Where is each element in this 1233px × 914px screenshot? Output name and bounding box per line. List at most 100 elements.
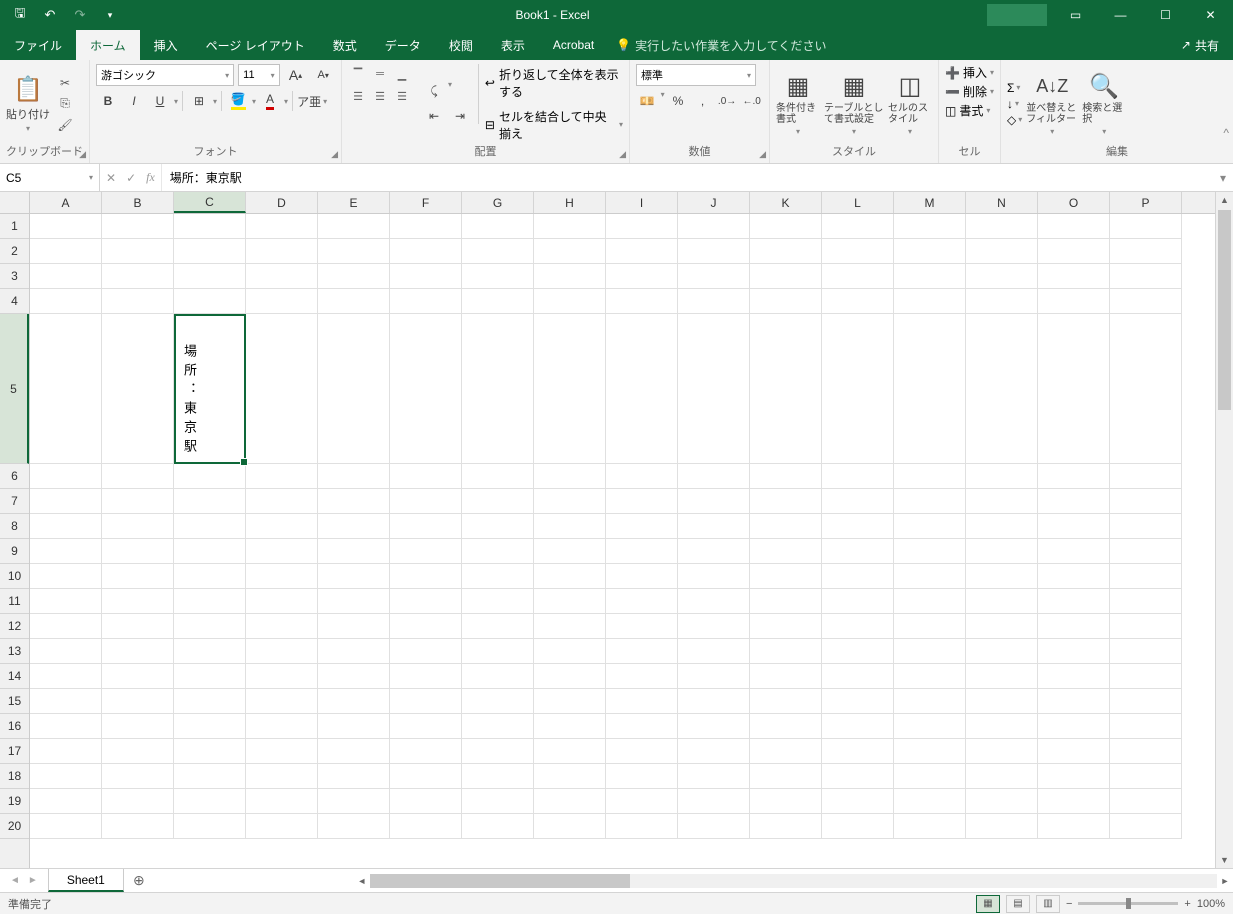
cell-K12[interactable] [750, 614, 822, 639]
cell-K13[interactable] [750, 639, 822, 664]
cell-L8[interactable] [822, 514, 894, 539]
cell-E2[interactable] [318, 239, 390, 264]
cell-G16[interactable] [462, 714, 534, 739]
tab-file[interactable]: ファイル [0, 30, 76, 60]
cell-C7[interactable] [174, 489, 246, 514]
cell-A1[interactable] [30, 214, 102, 239]
delete-button[interactable]: ➖削除▾ [945, 83, 994, 100]
cell-M8[interactable] [894, 514, 966, 539]
normal-view-button[interactable]: ▦ [976, 895, 1000, 913]
cell-M11[interactable] [894, 589, 966, 614]
decrease-decimal[interactable]: ←.0 [740, 90, 763, 112]
cell-C15[interactable] [174, 689, 246, 714]
cell-O13[interactable] [1038, 639, 1110, 664]
cell-D11[interactable] [246, 589, 318, 614]
cell-D20[interactable] [246, 814, 318, 839]
cell-P12[interactable] [1110, 614, 1182, 639]
cell-H6[interactable] [534, 464, 606, 489]
cell-D9[interactable] [246, 539, 318, 564]
next-sheet-icon[interactable]: ► [28, 875, 38, 886]
cell-D3[interactable] [246, 264, 318, 289]
decrease-font-button[interactable]: A▾ [311, 64, 335, 86]
cell-N8[interactable] [966, 514, 1038, 539]
cell-H16[interactable] [534, 714, 606, 739]
cell-F20[interactable] [390, 814, 462, 839]
cell-P13[interactable] [1110, 639, 1182, 664]
cell-O19[interactable] [1038, 789, 1110, 814]
cell-P17[interactable] [1110, 739, 1182, 764]
cell-G15[interactable] [462, 689, 534, 714]
cell-L18[interactable] [822, 764, 894, 789]
horizontal-scrollbar[interactable]: ◄ ► [354, 869, 1233, 892]
align-center[interactable]: ☰ [370, 86, 390, 106]
cell-B13[interactable] [102, 639, 174, 664]
col-header-F[interactable]: F [390, 192, 462, 213]
cell-B7[interactable] [102, 489, 174, 514]
cell-B10[interactable] [102, 564, 174, 589]
cell-K7[interactable] [750, 489, 822, 514]
cell-D4[interactable] [246, 289, 318, 314]
cell-H9[interactable] [534, 539, 606, 564]
cell-K16[interactable] [750, 714, 822, 739]
cell-B18[interactable] [102, 764, 174, 789]
cell-D12[interactable] [246, 614, 318, 639]
cell-G19[interactable] [462, 789, 534, 814]
cell-A5[interactable] [30, 314, 102, 464]
cell-A16[interactable] [30, 714, 102, 739]
cell-B17[interactable] [102, 739, 174, 764]
cell-N12[interactable] [966, 614, 1038, 639]
cell-F7[interactable] [390, 489, 462, 514]
align-middle[interactable]: ═ [370, 64, 390, 84]
cell-L4[interactable] [822, 289, 894, 314]
cell-E17[interactable] [318, 739, 390, 764]
col-header-P[interactable]: P [1110, 192, 1182, 213]
cell-K14[interactable] [750, 664, 822, 689]
cell-A18[interactable] [30, 764, 102, 789]
cell-M16[interactable] [894, 714, 966, 739]
cell-E9[interactable] [318, 539, 390, 564]
cell-L10[interactable] [822, 564, 894, 589]
cell-K10[interactable] [750, 564, 822, 589]
cell-E15[interactable] [318, 689, 390, 714]
cell-M7[interactable] [894, 489, 966, 514]
indent-decrease[interactable]: ⇤ [422, 105, 446, 127]
scroll-up-icon[interactable]: ▲ [1216, 192, 1233, 208]
cell-F12[interactable] [390, 614, 462, 639]
cell-O14[interactable] [1038, 664, 1110, 689]
cell-I15[interactable] [606, 689, 678, 714]
cell-I2[interactable] [606, 239, 678, 264]
cell-A9[interactable] [30, 539, 102, 564]
cell-J8[interactable] [678, 514, 750, 539]
tab-formulas[interactable]: 数式 [319, 30, 371, 60]
col-header-O[interactable]: O [1038, 192, 1110, 213]
cell-I14[interactable] [606, 664, 678, 689]
cell-K1[interactable] [750, 214, 822, 239]
font-color-button[interactable]: A [258, 90, 282, 112]
cell-E16[interactable] [318, 714, 390, 739]
cell-G20[interactable] [462, 814, 534, 839]
col-header-M[interactable]: M [894, 192, 966, 213]
cell-N10[interactable] [966, 564, 1038, 589]
col-header-L[interactable]: L [822, 192, 894, 213]
cell-B5[interactable] [102, 314, 174, 464]
cell-B15[interactable] [102, 689, 174, 714]
conditional-format-button[interactable]: ▦条件付き書式▾ [776, 64, 820, 143]
row-header-1[interactable]: 1 [0, 214, 29, 239]
row-header-17[interactable]: 17 [0, 739, 29, 764]
cell-L12[interactable] [822, 614, 894, 639]
cell-K15[interactable] [750, 689, 822, 714]
cell-O15[interactable] [1038, 689, 1110, 714]
cell-L13[interactable] [822, 639, 894, 664]
cell-P4[interactable] [1110, 289, 1182, 314]
cell-A10[interactable] [30, 564, 102, 589]
cell-C16[interactable] [174, 714, 246, 739]
underline-button[interactable]: U [148, 90, 172, 112]
cell-K8[interactable] [750, 514, 822, 539]
cell-C1[interactable] [174, 214, 246, 239]
prev-sheet-icon[interactable]: ◄ [10, 875, 20, 886]
cell-E20[interactable] [318, 814, 390, 839]
cell-F17[interactable] [390, 739, 462, 764]
cell-M20[interactable] [894, 814, 966, 839]
cell-G5[interactable] [462, 314, 534, 464]
cell-A3[interactable] [30, 264, 102, 289]
